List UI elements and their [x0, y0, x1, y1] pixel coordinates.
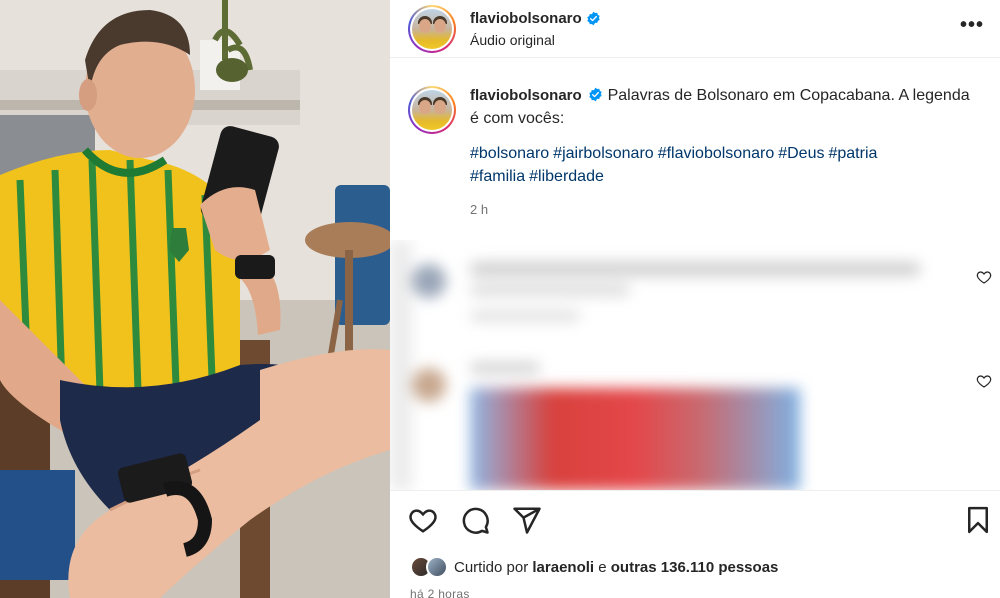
caption-username[interactable]: flaviobolsonaro	[470, 87, 582, 104]
post-header: flaviobolsonaro Áudio original •••	[390, 0, 1000, 58]
blurred-comments	[390, 240, 1000, 490]
author-username[interactable]: flaviobolsonaro	[470, 10, 582, 27]
liker-avatar[interactable]	[426, 556, 448, 578]
caption-timestamp: 2 h	[470, 202, 489, 217]
liker-username[interactable]: laraenoli	[532, 559, 594, 576]
post-timestamp: há 2 horas	[410, 587, 470, 598]
likes-count[interactable]: outras 136.110 pessoas	[611, 559, 779, 576]
hashtag-link[interactable]: #liberdade	[529, 168, 604, 185]
verified-badge-icon	[589, 87, 602, 102]
likes-conjunction: e	[598, 558, 607, 576]
hashtag-list: #bolsonaro #jairbolsonaro #flaviobolsonaro…	[470, 142, 980, 188]
hashtag-link[interactable]: #patria	[828, 145, 877, 162]
audio-label[interactable]: Áudio original	[470, 32, 601, 48]
caption-avatar[interactable]	[408, 86, 456, 134]
post-media-image[interactable]	[0, 0, 390, 598]
post-sidebar: flaviobolsonaro Áudio original ••• flavi…	[390, 0, 1000, 598]
heart-icon[interactable]	[408, 505, 438, 535]
hashtag-link[interactable]: #bolsonaro	[470, 145, 549, 162]
hashtag-link[interactable]: #flaviobolsonaro	[658, 145, 775, 162]
bookmark-icon[interactable]	[963, 505, 993, 535]
hashtag-link[interactable]: #Deus	[778, 145, 824, 162]
comment-icon[interactable]	[460, 505, 490, 535]
more-options-icon[interactable]: •••	[960, 14, 984, 37]
verified-badge-icon	[587, 11, 600, 25]
hashtag-link[interactable]: #familia	[470, 168, 525, 185]
likes-prefix: Curtido por	[454, 558, 529, 576]
photo-illustration	[0, 0, 390, 598]
action-bar	[408, 505, 993, 539]
comment-like-heart-icon[interactable]	[976, 269, 992, 285]
paper-plane-icon[interactable]	[512, 505, 542, 535]
comment-like-heart-icon[interactable]	[976, 373, 992, 389]
likes-summary[interactable]: Curtido por laraenoli e outras 136.110 p…	[410, 556, 778, 578]
post-caption: flaviobolsonaro Palavras de Bolsonaro em…	[408, 84, 988, 221]
divider	[390, 490, 1000, 491]
hashtag-link[interactable]: #jairbolsonaro	[553, 145, 654, 162]
comments-list	[390, 240, 1000, 490]
author-avatar[interactable]	[408, 4, 456, 53]
